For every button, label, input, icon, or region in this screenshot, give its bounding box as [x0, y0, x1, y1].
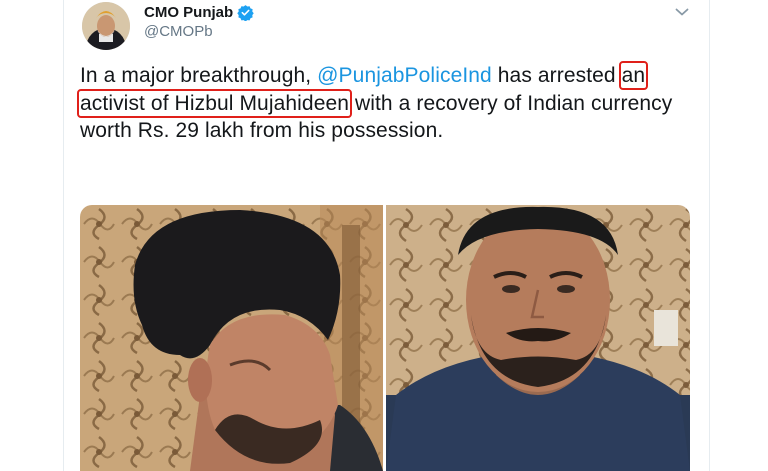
verified-badge-icon: [237, 4, 254, 21]
tweet-text-prefix: In a major breakthrough,: [80, 64, 318, 87]
tweet-text: In a major breakthrough, @PunjabPoliceIn…: [76, 61, 690, 145]
chevron-down-icon[interactable]: [672, 2, 692, 22]
mention-link[interactable]: @PunjabPoliceInd: [317, 64, 492, 87]
tweet-text-middle: has arrested: [491, 64, 622, 87]
avatar[interactable]: [82, 2, 130, 50]
author-display-name[interactable]: CMO Punjab: [144, 4, 233, 21]
media-grid[interactable]: [80, 205, 690, 471]
left-photo[interactable]: [80, 205, 383, 471]
avatar-image: [82, 2, 130, 50]
right-photo[interactable]: [386, 205, 690, 471]
author-name-row[interactable]: CMO Punjab: [144, 2, 254, 22]
author-handle[interactable]: @CMOPb: [144, 23, 213, 40]
